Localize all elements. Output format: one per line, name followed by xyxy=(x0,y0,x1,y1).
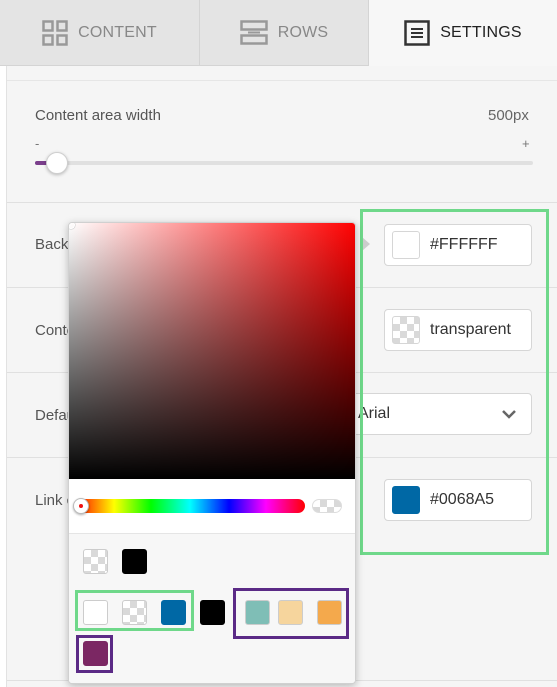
slider-min-label: - xyxy=(35,136,40,151)
brand-swatches-highlight xyxy=(233,588,349,639)
alpha-slider[interactable] xyxy=(312,499,342,513)
saturation-area[interactable] xyxy=(69,223,355,479)
content-width-slider-thumb[interactable] xyxy=(46,152,68,174)
grid-icon xyxy=(42,19,68,46)
hue-slider-thumb[interactable] xyxy=(73,498,89,514)
tab-settings-label: SETTINGS xyxy=(440,24,522,41)
slider-max-label: + xyxy=(522,136,530,151)
tab-rows[interactable]: ROWS xyxy=(200,0,369,66)
tab-content[interactable]: CONTENT xyxy=(0,0,200,66)
default-swatches-highlight xyxy=(75,590,194,631)
content-width-value: 500px xyxy=(488,107,529,124)
content-width-slider-track[interactable] xyxy=(35,161,533,165)
settings-list-icon xyxy=(404,20,430,46)
divider xyxy=(7,202,557,203)
divider xyxy=(7,80,557,81)
tab-rows-label: ROWS xyxy=(277,23,329,41)
tab-settings[interactable]: SETTINGS xyxy=(369,0,557,66)
brand-swatch-highlight xyxy=(76,635,113,673)
swatch-black[interactable] xyxy=(200,600,225,625)
hue-slider[interactable] xyxy=(75,499,305,513)
swatch-black[interactable] xyxy=(122,549,147,574)
rows-icon xyxy=(239,19,268,45)
tab-content-label: CONTENT xyxy=(78,23,157,41)
content-width-label: Content area width xyxy=(35,107,161,124)
swatch-transparent[interactable] xyxy=(83,549,108,574)
color-fields-highlight xyxy=(360,209,549,555)
tab-bar: CONTENT ROWS SETTINGS xyxy=(0,0,557,66)
